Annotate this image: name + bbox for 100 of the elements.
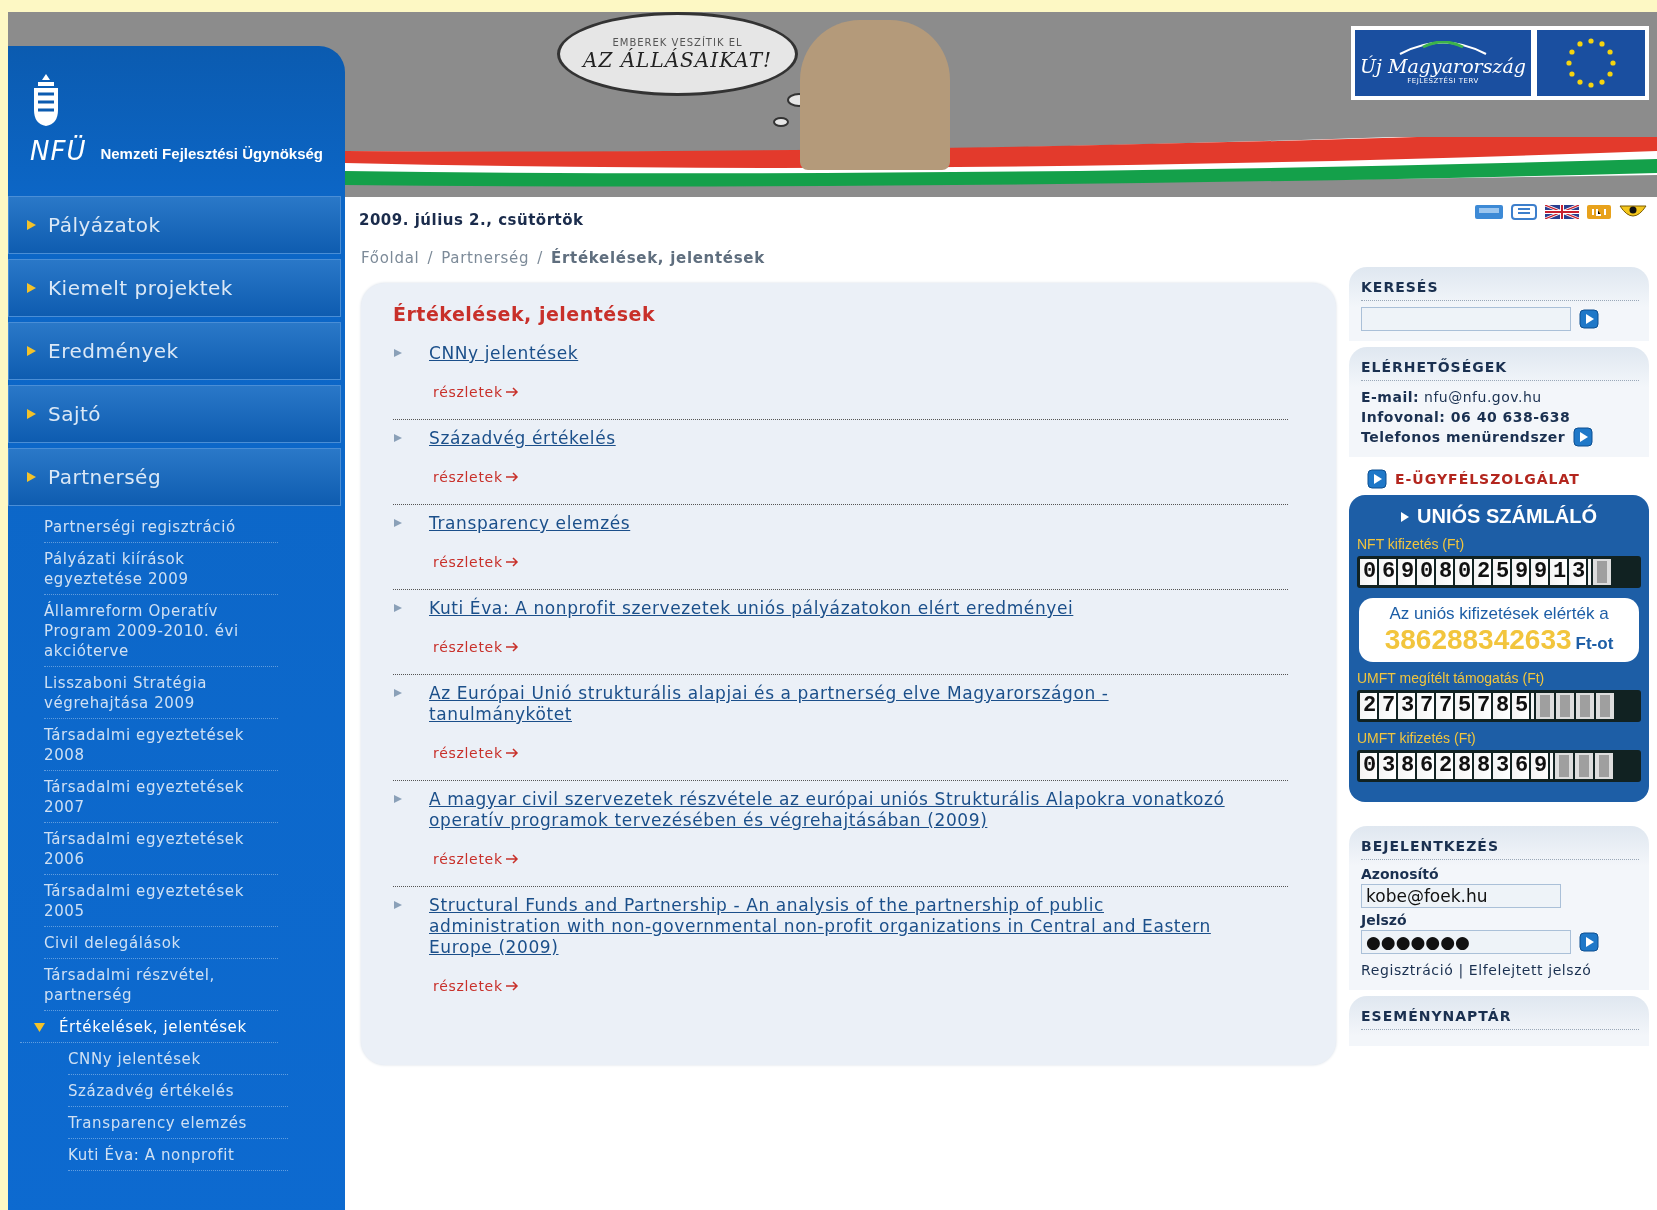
submenu-item[interactable]: Kuti Éva: A nonprofit (68, 1139, 288, 1171)
menu-item[interactable]: Eredmények (8, 322, 341, 380)
panel-title: ELÉRHETŐSÉGEK (1361, 359, 1639, 381)
arrow-icon (504, 642, 519, 652)
logo-mark: NFÜ (30, 136, 87, 166)
link-separator: | (1458, 962, 1464, 978)
submenu-item[interactable]: Partnerségi regisztráció (44, 511, 278, 543)
notice-amount: 386288342633 (1384, 624, 1572, 656)
rolling-digit-icon (1595, 753, 1614, 779)
submenu-item[interactable]: Társadalmi egyeztetések 2007 (44, 771, 278, 823)
breadcrumb-separator: / (537, 249, 544, 267)
details-link[interactable]: részletek (433, 851, 519, 867)
details-link[interactable]: részletek (433, 469, 519, 485)
password-field[interactable]: ●●●●●●● (1361, 930, 1571, 954)
eu-flag-icon (1537, 30, 1645, 96)
document-link[interactable]: Századvég értékelés (429, 428, 616, 449)
arrow-icon (504, 387, 519, 397)
triangle-icon (1401, 511, 1409, 522)
document-link[interactable]: Kuti Éva: A nonprofit szervezetek uniós pályázatokon elért eredményei (429, 598, 1074, 619)
breadcrumb-link[interactable]: Főoldal (361, 249, 420, 267)
submenu-item[interactable]: CNNy jelentések (68, 1043, 288, 1075)
rolling-digit-icon (1576, 693, 1595, 719)
rolling-digit-icon (1593, 559, 1612, 585)
rolling-digit-icon (1555, 753, 1574, 779)
menu-item[interactable]: Pályázatok (8, 196, 341, 254)
bullet-icon (393, 518, 403, 528)
menu-item[interactable]: Partnerség (8, 448, 341, 506)
hotline-text: Infovonal: 06 40 638-638 (1361, 408, 1572, 427)
rolling-digit-icon (1556, 693, 1575, 719)
panel-title: KERESÉS (1361, 279, 1639, 301)
details-link[interactable]: részletek (433, 745, 519, 761)
arrow-icon (504, 557, 519, 567)
arrow-icon (504, 748, 519, 758)
page-title: Értékelések, jelentések (393, 303, 657, 325)
username-field[interactable]: kobe@foek.hu (1361, 884, 1561, 908)
document-link[interactable]: Az Európai Unió strukturális alapjai és a partnerség elve Magyarországon - tanulmánykötet (429, 683, 1229, 725)
submenu-item[interactable]: Társadalmi egyeztetések 2008 (44, 719, 278, 771)
menu-item[interactable]: Sajtó (8, 385, 341, 443)
breadcrumb-separator: / (427, 249, 434, 267)
notice-text: Az uniós kifizetések elérték a (1388, 604, 1610, 624)
document-link[interactable]: A magyar civil szervezetek részvétele az európai uniós Strukturális Alapokra vonatkozó operatív programok tervezésében és végrehajtásában (2009) (429, 789, 1229, 831)
details-link[interactable]: részletek (433, 554, 519, 570)
play-button-icon[interactable] (1367, 469, 1387, 489)
submenu-item[interactable]: Társadalmi részvétel, partnerség (44, 959, 278, 1011)
submenu-item[interactable]: Századvég értékelés (68, 1075, 288, 1107)
service-link[interactable]: E-ÜGYFÉLSZOLGÁLAT (1395, 471, 1580, 487)
details-link[interactable]: részletek (433, 384, 519, 400)
play-button-icon[interactable] (1579, 932, 1599, 952)
document-link[interactable]: CNNy jelentések (429, 343, 579, 364)
phone-menu-link[interactable]: Telefonos menürendszer (1361, 427, 1566, 447)
triangle-icon (27, 472, 36, 482)
submenu-item[interactable]: Államreform Operatív Program 2009-2010. évi akcióterve (44, 595, 278, 667)
eye-icon[interactable] (1619, 204, 1647, 220)
search-field[interactable] (1361, 307, 1571, 331)
document-icon[interactable] (1511, 204, 1537, 220)
bubble-text: EMBEREK VESZÍTIK EL (612, 36, 743, 48)
register-link[interactable]: Regisztráció (1361, 962, 1454, 978)
submenu-item[interactable]: Társadalmi egyeztetések 2006 (44, 823, 278, 875)
forgot-password-link[interactable]: Elfelejtett jelszó (1468, 962, 1592, 978)
submenu-item[interactable]: Lisszaboni Stratégia végrehajtása 2009 (44, 667, 278, 719)
program-name: Új Magyarország (1360, 55, 1526, 77)
counter-label: UMFT kifizetés (Ft) (1357, 730, 1477, 746)
arrow-icon (504, 472, 519, 482)
document-link[interactable]: Structural Funds and Partnership - An analysis of the partnership of public administration with non-governmental non-profit organizations in Central and Eastern Europe (2009) (429, 895, 1229, 958)
submenu-item[interactable]: Értékelések, jelentések (20, 1011, 278, 1043)
uk-flag-icon[interactable] (1545, 205, 1579, 219)
bullet-icon (393, 794, 403, 804)
play-button-icon[interactable] (1579, 309, 1599, 329)
date-text: 2009. július 2., csütörtök (359, 211, 584, 229)
bullet-icon (393, 433, 403, 443)
bubble-text: AZ ÁLLÁSAIKAT! (582, 47, 773, 72)
caret-icon (34, 1022, 45, 1032)
notice-unit: Ft-ot (1575, 634, 1614, 654)
bullet-icon (393, 348, 403, 358)
counter-label: NFT kifizetés (Ft) (1357, 536, 1466, 552)
bullet-icon (393, 688, 403, 698)
triangle-icon (27, 220, 36, 230)
bullet-icon (393, 900, 403, 910)
rolling-digit-icon (1575, 753, 1594, 779)
menu-item[interactable]: Kiemelt projektek (8, 259, 341, 317)
email-text: E-mail: nfu@nfu.gov.hu (1361, 388, 1543, 407)
triangle-icon (27, 409, 36, 419)
arrow-icon (504, 854, 519, 864)
details-link[interactable]: részletek (433, 639, 519, 655)
document-link[interactable]: Transparency elemzés (429, 513, 631, 534)
submenu-item[interactable]: Társadalmi egyeztetések 2005 (44, 875, 278, 927)
submenu-item[interactable]: Civil delegálások (44, 927, 278, 959)
bullet-icon (393, 603, 403, 613)
submenu-item[interactable]: Transparency elemzés (68, 1107, 288, 1139)
panel-title: ESEMÉNYNAPTÁR (1361, 1008, 1639, 1030)
breadcrumb-link[interactable]: Partnerség (441, 249, 530, 267)
counter-title: UNIÓS SZÁMLÁLÓ (1417, 505, 1597, 528)
details-link[interactable]: részletek (433, 978, 519, 994)
submenu-item[interactable]: Pályázati kiírások egyeztetése 2009 (44, 543, 278, 595)
breadcrumb-link[interactable]: Értékelések, jelentések (551, 249, 765, 267)
counter-label: UMFT megítélt támogatás (Ft) (1357, 670, 1546, 686)
rolling-digit-icon (1536, 693, 1555, 719)
arrow-icon (504, 981, 519, 991)
play-button-icon[interactable] (1573, 427, 1594, 447)
panel-title: BEJELENTKEZÉS (1361, 838, 1639, 860)
